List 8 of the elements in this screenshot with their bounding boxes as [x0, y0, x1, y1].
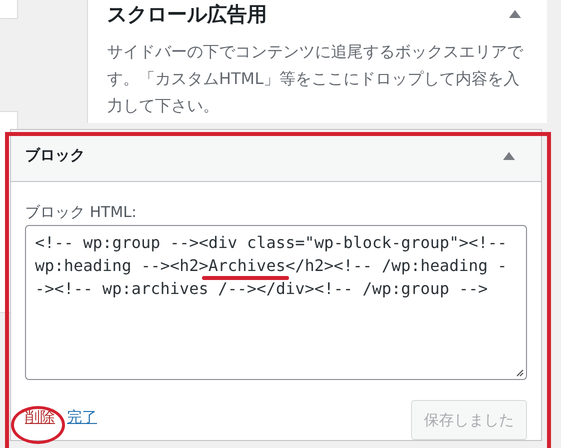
field-label: ブロック HTML: — [25, 202, 138, 222]
widget-title: ブロック — [25, 146, 85, 165]
area-description: サイドバーの下でコンテンツに追尾するボックスエリアです。「カスタムHTML」等をここにドロップして内容を入力して下さい。 — [107, 41, 524, 117]
widget-header[interactable]: ブロック — [11, 130, 541, 182]
done-link[interactable]: 完了 — [67, 408, 97, 427]
delete-link[interactable]: 削除 — [25, 408, 55, 427]
html-code-field[interactable]: <!-- wp:group --><div class="wp-block-group"><!-- wp:heading --><h2>Archives</h2><!-- /wp:heading - -><!-- wp:archives /--></div><!-- /wp:group --> — [25, 225, 527, 380]
area-title: スクロール広告用 — [107, 1, 267, 28]
